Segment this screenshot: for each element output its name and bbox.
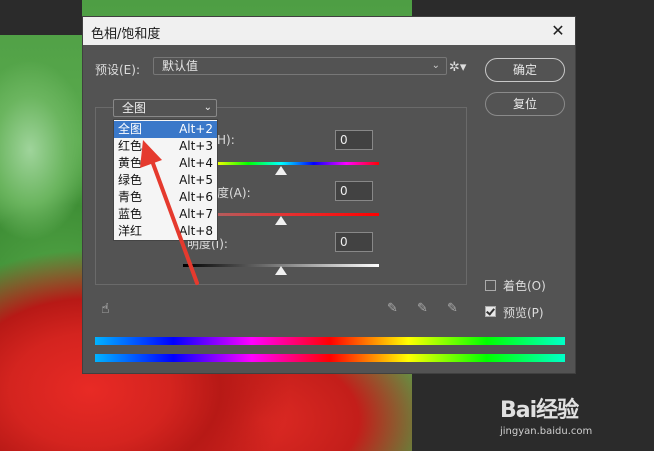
lightness-input[interactable]: 0: [335, 232, 373, 252]
preset-select[interactable]: 默认值 ⌄: [153, 57, 447, 75]
colorize-checkbox[interactable]: [485, 280, 496, 291]
saturation-slider-thumb[interactable]: [275, 216, 287, 225]
watermark-url: jingyan.baidu.com: [500, 426, 593, 437]
dropdown-item-magentas[interactable]: 洋红 Alt+8: [114, 223, 217, 240]
chevron-down-icon: ⌄: [203, 102, 212, 113]
preset-value: 默认值: [162, 59, 199, 73]
dialog-title: 色相/饱和度: [91, 27, 161, 42]
dropdown-item-yellows[interactable]: 黄色 Alt+4: [114, 155, 217, 172]
input-color-bar: [95, 337, 565, 345]
dropdown-item-blues[interactable]: 蓝色 Alt+7: [114, 206, 217, 223]
saturation-label: 度(A):: [217, 186, 251, 200]
close-button[interactable]: ✕: [547, 20, 569, 42]
workspace-background: [0, 0, 82, 35]
watermark: Bai经验 jingyan.baidu.com: [500, 392, 592, 437]
output-color-bar: [95, 354, 565, 362]
eyedropper-plus-icon[interactable]: ✎: [417, 301, 428, 316]
item-shortcut: Alt+4: [179, 156, 213, 170]
preview-checkbox[interactable]: [485, 306, 496, 317]
chevron-down-icon: ⌄: [431, 60, 440, 71]
channel-value: 全图: [122, 101, 147, 115]
title-bar: 色相/饱和度 ✕: [83, 17, 575, 45]
hue-input[interactable]: 0: [335, 130, 373, 150]
eyedropper-minus-icon[interactable]: ✎: [447, 301, 458, 316]
item-shortcut: Alt+3: [179, 139, 213, 153]
preview-label[interactable]: 预览(P): [503, 304, 544, 321]
preset-label: 预设(E):: [95, 63, 140, 77]
item-name: 全图: [118, 122, 143, 136]
item-name: 黄色: [118, 156, 143, 170]
gear-icon[interactable]: ✲▾: [449, 60, 466, 75]
reset-button[interactable]: 复位: [485, 92, 565, 116]
item-name: 绿色: [118, 173, 143, 187]
colorize-label[interactable]: 着色(O): [503, 277, 546, 294]
channel-select[interactable]: 全图 ⌄: [113, 99, 217, 117]
hand-adjust-icon[interactable]: ☝: [101, 301, 110, 317]
channel-dropdown-list: 全图 Alt+2 红色 Alt+3 黄色 Alt+4 绿色 Alt+5 青色 A…: [113, 119, 218, 241]
lightness-slider-thumb[interactable]: [275, 266, 287, 275]
item-shortcut: Alt+7: [179, 207, 213, 221]
dropdown-item-reds[interactable]: 红色 Alt+3: [114, 138, 217, 155]
item-name: 青色: [118, 190, 143, 204]
item-name: 红色: [118, 139, 143, 153]
hue-slider-thumb[interactable]: [275, 166, 287, 175]
watermark-logo: Bai经验: [500, 398, 579, 423]
hue-label: H):: [217, 133, 235, 147]
item-shortcut: Alt+6: [179, 190, 213, 204]
dropdown-item-all[interactable]: 全图 Alt+2: [114, 121, 217, 138]
ok-button[interactable]: 确定: [485, 58, 565, 82]
dropdown-item-greens[interactable]: 绿色 Alt+5: [114, 172, 217, 189]
item-shortcut: Alt+5: [179, 173, 213, 187]
saturation-input[interactable]: 0: [335, 181, 373, 201]
item-name: 蓝色: [118, 207, 143, 221]
dropdown-item-cyans[interactable]: 青色 Alt+6: [114, 189, 217, 206]
item-shortcut: Alt+8: [179, 224, 213, 238]
item-name: 洋红: [118, 224, 143, 238]
item-shortcut: Alt+2: [179, 122, 213, 136]
eyedropper-icon[interactable]: ✎: [387, 301, 398, 316]
